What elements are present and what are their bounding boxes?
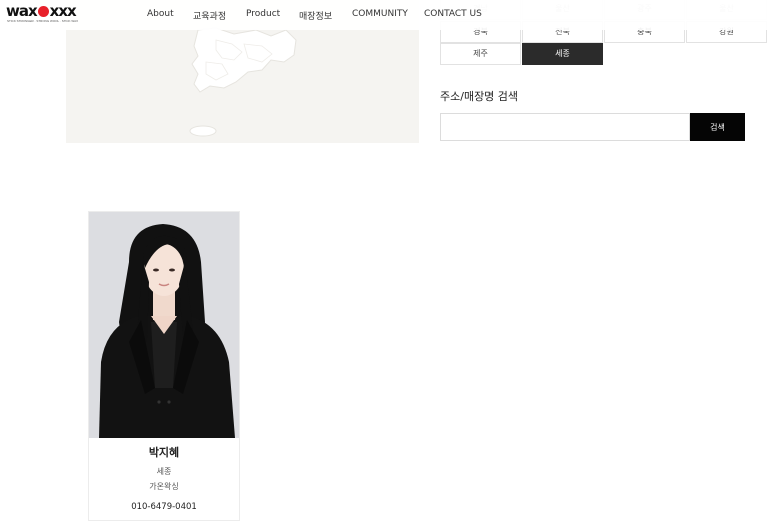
nav-contact-us[interactable]: CONTACT US <box>424 9 482 19</box>
brand-logo[interactable]: wax xxx STICK STRONGER · STRONG WOOL · ST… <box>6 4 80 24</box>
region-option-selected[interactable]: 세종 <box>522 43 603 65</box>
staff-photo <box>89 212 239 438</box>
staff-name: 박지혜 <box>148 446 180 459</box>
search-section-title: 주소/매장명 검색 <box>440 90 519 103</box>
nav-community[interactable]: COMMUNITY <box>352 9 408 19</box>
site-header: wax xxx STICK STRONGER · STRONG WOOL · ST… <box>0 0 773 30</box>
search-button[interactable]: 검색 <box>690 113 745 141</box>
nav-about[interactable]: About <box>147 9 174 19</box>
nav-courses[interactable]: 교육과정 <box>193 9 226 22</box>
store-card[interactable]: 박지혜 세종 가온왁싱 010-6479-0401 <box>88 211 240 521</box>
search-input[interactable] <box>440 113 690 141</box>
logo-tagline: STICK STRONGER · STRONG WOOL · STICK WAX <box>7 19 79 23</box>
store-name: 가온왁싱 <box>149 482 179 491</box>
store-region: 세종 <box>156 467 172 476</box>
portrait-image <box>89 212 239 438</box>
store-phone[interactable]: 010-6479-0401 <box>89 502 239 512</box>
nav-product[interactable]: Product <box>246 9 280 19</box>
nav-store-info[interactable]: 매장정보 <box>299 9 332 22</box>
logo-red-o <box>37 6 49 17</box>
region-option[interactable]: 제주 <box>440 43 521 65</box>
logo-wordmark: wax xxx <box>6 2 77 20</box>
